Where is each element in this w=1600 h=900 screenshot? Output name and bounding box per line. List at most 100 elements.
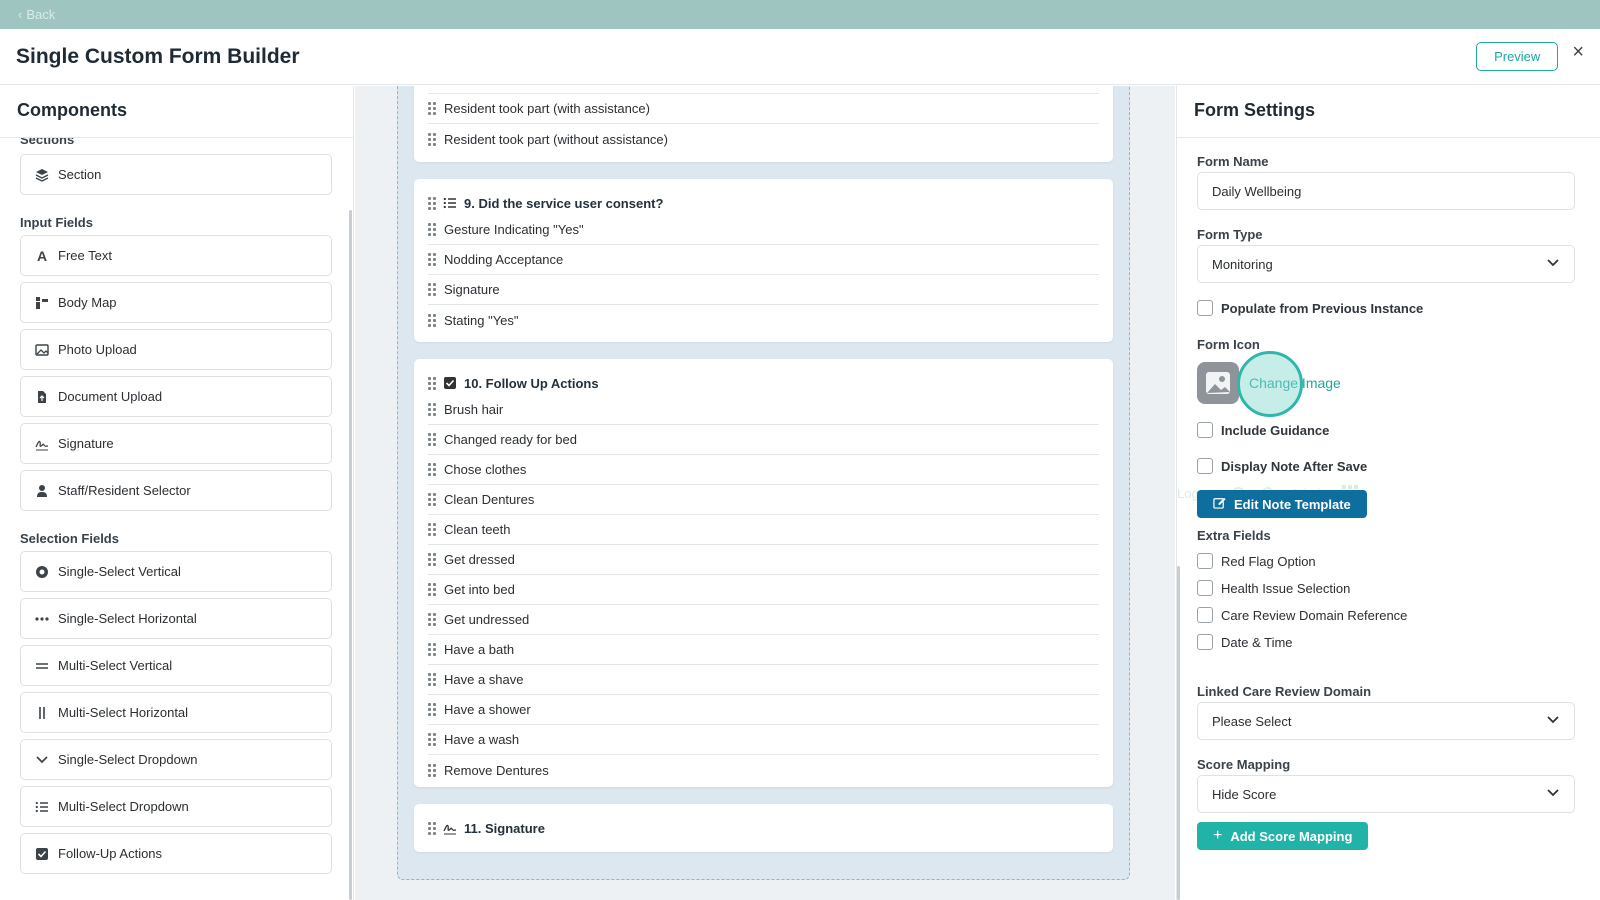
form-type-select[interactable]: Monitoring: [1197, 245, 1575, 283]
component-single-select-vertical[interactable]: Single-Select Vertical: [20, 551, 332, 592]
drag-handle-icon[interactable]: [428, 313, 436, 327]
checkbox-box[interactable]: [1197, 553, 1213, 569]
preview-button[interactable]: Preview: [1476, 42, 1559, 71]
drag-handle-icon[interactable]: [428, 283, 436, 296]
option-item[interactable]: Get into bed: [428, 575, 1099, 605]
display-note-checkbox[interactable]: Display Note After Save: [1197, 458, 1367, 474]
components-list[interactable]: Sections Section Input Fields A Free Tex…: [0, 138, 353, 900]
component-multi-select-dropdown[interactable]: Multi-Select Dropdown: [20, 786, 332, 827]
option-item[interactable]: Have a bath: [428, 635, 1099, 665]
component-section[interactable]: Section: [20, 154, 332, 195]
field-header[interactable]: 9. Did the service user consent?: [414, 191, 1113, 215]
option-item[interactable]: Nodding Acceptance: [428, 245, 1099, 275]
drag-handle-icon[interactable]: [428, 583, 436, 596]
option-item[interactable]: Have a wash: [428, 725, 1099, 755]
drag-handle-icon[interactable]: [428, 553, 436, 566]
component-single-select-dropdown[interactable]: Single-Select Dropdown: [20, 739, 332, 780]
checkbox-box[interactable]: [1197, 422, 1213, 438]
option-item[interactable]: Clean Dentures: [428, 485, 1099, 515]
option-item[interactable]: Stating "Yes": [428, 305, 1099, 335]
option-item[interactable]: Signature: [428, 275, 1099, 305]
drag-handle-icon[interactable]: [428, 821, 436, 835]
drag-handle-icon[interactable]: [428, 643, 436, 656]
component-multi-select-horizontal[interactable]: Multi-Select Horizontal: [20, 692, 332, 733]
linked-domain-select[interactable]: Please Select: [1197, 702, 1575, 740]
drag-handle-icon[interactable]: [428, 763, 436, 777]
form-field-card-9[interactable]: 9. Did the service user consent? Gesture…: [414, 179, 1113, 342]
form-name-input[interactable]: Daily Wellbeing: [1197, 172, 1575, 210]
component-follow-up-actions[interactable]: Follow-Up Actions: [20, 833, 332, 874]
include-guidance-checkbox[interactable]: Include Guidance: [1197, 422, 1329, 438]
component-multi-select-vertical[interactable]: Multi-Select Vertical: [20, 645, 332, 686]
care-review-checkbox[interactable]: Care Review Domain Reference: [1197, 607, 1407, 623]
checkbox-box[interactable]: [1197, 300, 1213, 316]
drag-handle-icon[interactable]: [428, 102, 436, 115]
option-item[interactable]: Remove Dentures: [428, 755, 1099, 785]
drag-handle-icon[interactable]: [428, 703, 436, 716]
drag-handle-icon[interactable]: [428, 403, 436, 416]
date-time-checkbox[interactable]: Date & Time: [1197, 634, 1293, 650]
option-label: Get dressed: [444, 552, 515, 567]
drag-handle-icon[interactable]: [428, 613, 436, 626]
back-link[interactable]: ‹ Back: [18, 7, 55, 22]
checkbox-box[interactable]: [1197, 607, 1213, 623]
component-photo-upload[interactable]: Photo Upload: [20, 329, 332, 370]
selection-fields-label: Selection Fields: [20, 531, 119, 546]
drag-handle-icon[interactable]: [428, 253, 436, 266]
image-icon: [35, 343, 49, 357]
component-staff-resident-selector[interactable]: Staff/Resident Selector: [20, 470, 332, 511]
text-icon: A: [36, 247, 48, 264]
field-header[interactable]: 11. Signature: [414, 816, 1113, 840]
option-label: Gesture Indicating "Yes": [444, 222, 584, 237]
option-item[interactable]: Chose clothes: [428, 455, 1099, 485]
option-item[interactable]: Changed ready for bed: [428, 425, 1099, 455]
settings-scrollbar[interactable]: [1177, 566, 1180, 900]
checkbox-box[interactable]: [1197, 580, 1213, 596]
option-item[interactable]: Resident took part (with assistance): [428, 94, 1099, 124]
health-issue-checkbox[interactable]: Health Issue Selection: [1197, 580, 1350, 596]
button-label: Edit Note Template: [1234, 496, 1351, 512]
checkbox-icon: [35, 847, 49, 861]
form-field-card-8[interactable]: Resident took part (with assistance) Res…: [414, 86, 1113, 162]
field-title: 11. Signature: [464, 820, 545, 836]
drag-handle-icon[interactable]: [428, 376, 436, 390]
chevron-down-icon: [35, 753, 49, 767]
option-item[interactable]: Clean teeth: [428, 515, 1099, 545]
drag-handle-icon[interactable]: [428, 463, 436, 476]
option-item[interactable]: Resident took part (without assistance): [428, 124, 1099, 154]
component-document-upload[interactable]: Document Upload: [20, 376, 332, 417]
edit-note-template-button[interactable]: Edit Note Template: [1197, 490, 1367, 518]
form-field-card-11[interactable]: 11. Signature: [414, 804, 1113, 852]
close-icon[interactable]: ×: [1572, 42, 1584, 62]
option-item[interactable]: Get undressed: [428, 605, 1099, 635]
red-flag-checkbox[interactable]: Red Flag Option: [1197, 553, 1316, 569]
checkbox-box[interactable]: [1197, 458, 1213, 474]
form-canvas[interactable]: Resident took part (with assistance) Res…: [397, 86, 1130, 880]
checkbox-box[interactable]: [1197, 634, 1213, 650]
drag-handle-icon[interactable]: [428, 523, 436, 536]
drag-handle-icon[interactable]: [428, 223, 436, 236]
component-signature[interactable]: Signature: [20, 423, 332, 464]
component-single-select-horizontal[interactable]: Single-Select Horizontal: [20, 598, 332, 639]
score-mapping-select[interactable]: Hide Score: [1197, 775, 1575, 813]
drag-handle-icon[interactable]: [428, 673, 436, 686]
option-item[interactable]: Get dressed: [428, 545, 1099, 575]
option-item[interactable]: Gesture Indicating "Yes": [428, 215, 1099, 245]
component-free-text[interactable]: A Free Text: [20, 235, 332, 276]
add-score-mapping-button[interactable]: + Add Score Mapping: [1197, 822, 1369, 850]
drag-handle-icon[interactable]: [428, 733, 436, 746]
drag-handle-icon[interactable]: [428, 433, 436, 446]
field-header[interactable]: 10. Follow Up Actions: [414, 371, 1113, 395]
option-item[interactable]: Have a shower: [428, 695, 1099, 725]
component-label: Single-Select Dropdown: [58, 752, 198, 767]
populate-checkbox[interactable]: Populate from Previous Instance: [1197, 300, 1423, 316]
change-image-link[interactable]: Change Image: [1249, 375, 1341, 391]
drag-handle-icon[interactable]: [428, 493, 436, 506]
components-scrollbar[interactable]: [349, 210, 352, 900]
form-field-card-10[interactable]: 10. Follow Up Actions Brush hair Changed…: [414, 359, 1113, 787]
option-item[interactable]: Brush hair: [428, 395, 1099, 425]
option-item[interactable]: Have a shave: [428, 665, 1099, 695]
drag-handle-icon[interactable]: [428, 196, 436, 210]
drag-handle-icon[interactable]: [428, 132, 436, 146]
component-body-map[interactable]: Body Map: [20, 282, 332, 323]
